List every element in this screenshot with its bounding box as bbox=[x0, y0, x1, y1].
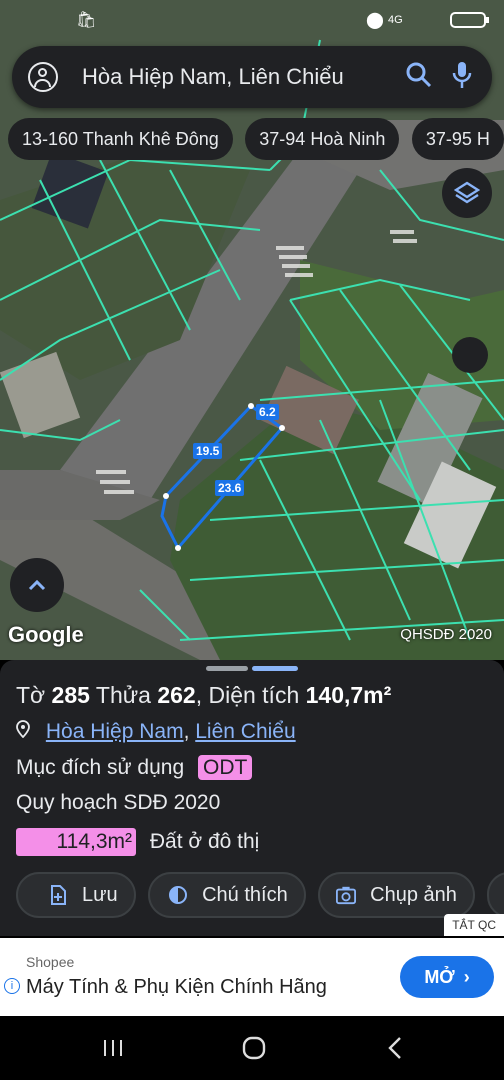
chevron-right-icon: › bbox=[463, 967, 470, 987]
chip-location[interactable]: 13-160 Thanh Khê Đông bbox=[8, 118, 233, 160]
land-use-purpose: Mục đích sử dụng ODT bbox=[16, 755, 253, 780]
chip-location[interactable]: 37-94 Hoà Ninh bbox=[245, 118, 400, 160]
action-buttons: Lưu Chú thích Chụp ảnh bbox=[16, 872, 504, 922]
info-icon[interactable]: i bbox=[4, 978, 20, 994]
plan-area-row: 114,3m² Đất ở đô thị bbox=[16, 828, 259, 856]
overlay-label: QHSDĐ 2020 bbox=[400, 626, 492, 643]
layers-button[interactable] bbox=[442, 168, 492, 218]
ad-brand: Shopee bbox=[26, 954, 75, 970]
status-bar: 🛍 ⬤ 4G bbox=[0, 0, 504, 40]
account-icon[interactable] bbox=[28, 62, 58, 92]
system-nav-bar bbox=[0, 1016, 504, 1080]
plan-title: Quy hoạch SDĐ 2020 bbox=[16, 791, 221, 814]
panel-handle[interactable] bbox=[206, 666, 248, 671]
map-view[interactable]: 6.2 19.5 23.6 🛍 ⬤ 4G Hòa Hiệp Nam, Liên … bbox=[0, 0, 504, 660]
expand-up-button[interactable] bbox=[10, 558, 64, 612]
signal-icon: 4G bbox=[388, 14, 403, 26]
search-bar[interactable]: Hòa Hiệp Nam, Liên Chiểu bbox=[12, 46, 492, 108]
plan-area-value: 114,3m² bbox=[16, 828, 136, 856]
district-link[interactable]: Liên Chiểu bbox=[195, 720, 295, 743]
parcel-address: Hòa Hiệp Nam, Liên Chiểu bbox=[16, 720, 296, 744]
measurement-label: 19.5 bbox=[193, 443, 223, 459]
legend-icon bbox=[168, 885, 188, 905]
ad-title: Máy Tính & Phụ Kiện Chính Hãng bbox=[26, 976, 327, 998]
ward-link[interactable]: Hòa Hiệp Nam bbox=[46, 720, 184, 743]
recent-apps-icon[interactable] bbox=[102, 1038, 124, 1058]
plan-land-type: Đất ở đô thị bbox=[149, 830, 260, 853]
chevron-up-icon bbox=[28, 579, 46, 591]
save-button[interactable]: Lưu bbox=[16, 872, 136, 918]
parcel-info-panel: Tờ 285 Thửa 262, Diện tích 140,7m² Hòa H… bbox=[0, 660, 504, 936]
search-input[interactable]: Hòa Hiệp Nam, Liên Chiểu bbox=[82, 64, 406, 90]
location-pin-icon bbox=[16, 720, 30, 739]
measurement-label: 23.6 bbox=[215, 480, 245, 496]
layers-icon bbox=[454, 181, 480, 204]
save-icon bbox=[48, 885, 68, 905]
legend-button[interactable]: Chú thích bbox=[148, 872, 306, 918]
land-use-code-badge: ODT bbox=[198, 755, 253, 780]
floating-button[interactable] bbox=[452, 337, 488, 373]
ad-banner[interactable]: Shopee i Máy Tính & Phụ Kiện Chính Hãng … bbox=[0, 938, 504, 1016]
microphone-icon[interactable] bbox=[452, 61, 472, 94]
hide-ad-button[interactable]: TẮT QC bbox=[444, 914, 504, 936]
chip-location[interactable]: 37-95 H bbox=[411, 118, 504, 160]
battery-icon bbox=[450, 12, 490, 33]
parcel-summary: Tờ 285 Thửa 262, Diện tích 140,7m² bbox=[16, 682, 392, 708]
back-icon[interactable] bbox=[386, 1036, 404, 1060]
measurement-label: 6.2 bbox=[256, 404, 279, 420]
more-action-button[interactable] bbox=[487, 872, 504, 918]
search-icon[interactable] bbox=[406, 62, 432, 93]
capture-button[interactable]: Chụp ảnh bbox=[318, 872, 475, 918]
location-status-icon: ⬤ bbox=[366, 12, 384, 29]
shop-notification-icon: 🛍 bbox=[76, 12, 97, 29]
panel-handle-active bbox=[252, 666, 298, 671]
camera-icon bbox=[336, 885, 357, 905]
location-chips: 13-160 Thanh Khê Đông 37-94 Hoà Ninh 37-… bbox=[8, 118, 504, 162]
google-logo: Google bbox=[8, 622, 84, 647]
home-icon[interactable] bbox=[242, 1036, 266, 1060]
ad-open-button[interactable]: MỞ › bbox=[400, 956, 494, 998]
